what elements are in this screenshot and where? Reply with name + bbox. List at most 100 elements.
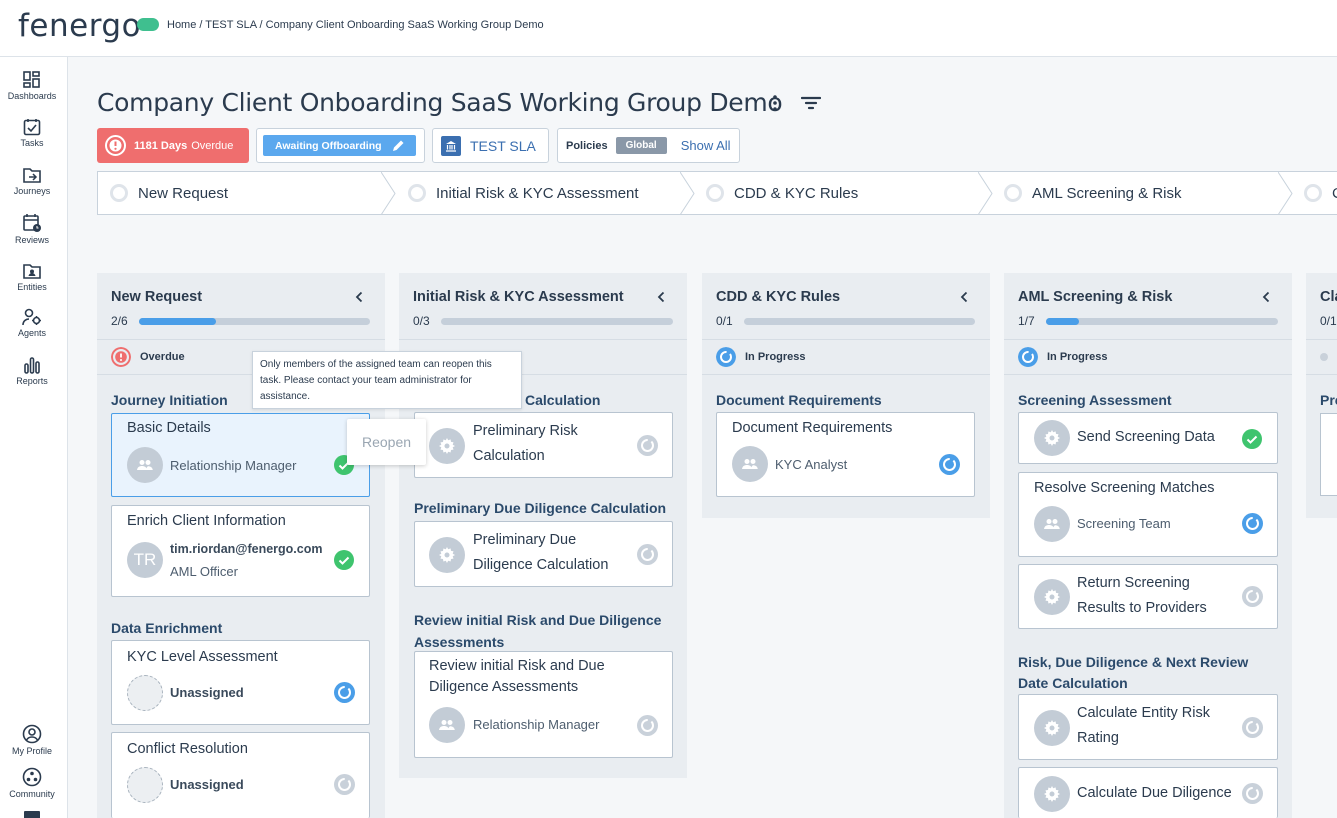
sidebar-item-more[interactable] (0, 809, 64, 818)
stage-initial-risk[interactable]: Initial Risk & KYC Assessment (408, 172, 639, 214)
task-title: Conflict Resolution (127, 741, 248, 757)
stage-divider (381, 172, 396, 215)
column-count: 2/6 (111, 314, 128, 328)
in-progress-icon (1018, 347, 1038, 367)
assignee-role: AML Officer (170, 564, 238, 579)
overdue-badge: 1181 Days Overdue (97, 128, 249, 163)
task-title: Calculate Due Diligence (1077, 785, 1232, 801)
unassigned-avatar (127, 675, 163, 711)
entities-icon (23, 264, 41, 279)
bank-icon (441, 135, 461, 156)
overdue-days: 1181 Days (134, 139, 188, 152)
group-title: Screening Assessment (1018, 392, 1172, 408)
stage-status-icon (110, 184, 128, 202)
stage-divider (1278, 172, 1293, 215)
task-card-basic-details[interactable]: Basic Details Relationship Manager (111, 413, 370, 497)
sidebar-item-label: Journeys (13, 186, 51, 196)
breadcrumb[interactable]: Home / TEST SLA / Company Client Onboard… (167, 19, 544, 31)
column-header: AML Screening & Risk 1/7 (1004, 273, 1292, 340)
task-card-kyc-level[interactable]: KYC Level Assessment Unassigned (111, 640, 370, 725)
in-progress-icon (334, 682, 355, 703)
task-card-preliminary-due-diligence[interactable]: Preliminary Due Diligence Calculation (414, 521, 673, 587)
team-icon (137, 460, 153, 470)
stage-next[interactable]: C (1304, 172, 1337, 214)
collapse-icon[interactable] (657, 291, 665, 303)
top-bar: fenergo Home / TEST SLA / Company Client… (0, 0, 1337, 57)
pending-icon (637, 715, 658, 736)
collapse-icon[interactable] (355, 291, 363, 303)
task-card-resolve-screening[interactable]: Resolve Screening Matches Screening Team (1018, 472, 1278, 557)
group-title: Journey Initiation (111, 392, 228, 408)
stage-aml-screening[interactable]: AML Screening & Risk (1004, 172, 1182, 214)
task-card-conflict-resolution[interactable]: Conflict Resolution Unassigned (111, 732, 370, 818)
stage-status-icon (408, 184, 426, 202)
journeys-icon (23, 168, 41, 183)
show-all-link[interactable]: Show All (681, 138, 731, 153)
task-card-send-screening-data[interactable]: Send Screening Data (1018, 412, 1278, 464)
task-card-entity-risk[interactable]: Calculate Entity Risk Rating (1018, 694, 1278, 760)
task-card-calculate-due-diligence[interactable]: Calculate Due Diligence (1018, 767, 1278, 818)
task-card-preliminary-risk[interactable]: Preliminary Risk Calculation (414, 412, 673, 478)
group-title: Review initial Risk and Due Diligence As… (414, 612, 662, 650)
alert-icon (105, 135, 126, 156)
sidebar-item-entities[interactable]: Entities (0, 262, 64, 292)
gear-icon (1044, 786, 1060, 802)
task-title: Enrich Client Information (127, 513, 286, 529)
column-progress (744, 318, 975, 325)
task-card-partial[interactable] (1320, 413, 1337, 496)
journey-status[interactable]: Awaiting Offboarding (256, 128, 425, 163)
status-label: Awaiting Offboarding (275, 139, 382, 152)
reports-icon (24, 357, 40, 374)
sidebar-item-dashboards[interactable]: Dashboards (0, 71, 64, 101)
task-card-return-screening[interactable]: Return Screening Results to Providers (1018, 564, 1278, 629)
community-icon (22, 767, 42, 787)
column-status-label: Overdue (140, 351, 185, 363)
sidebar-item-tasks[interactable]: Tasks (0, 118, 64, 148)
tasks-icon (23, 119, 41, 136)
status-badge[interactable]: Awaiting Offboarding (263, 135, 416, 156)
sidebar-item-journeys[interactable]: Journeys (0, 166, 64, 196)
column-count: 1/7 (1018, 314, 1035, 328)
gear-icon (439, 547, 455, 563)
task-title: Calculate Entity Risk Rating (1077, 705, 1210, 746)
profile-icon (22, 724, 42, 744)
column-title: New Request (111, 289, 203, 305)
reviews-icon (23, 214, 41, 232)
sidebar-item-reports[interactable]: Reports (0, 356, 64, 386)
pending-icon (334, 774, 355, 795)
column-status-label: In Progress (1047, 351, 1108, 363)
gear-icon (1044, 720, 1060, 736)
check-circle-icon (334, 550, 354, 570)
column-progress-fill (139, 318, 216, 325)
fenergo-logo[interactable]: fenergo (18, 8, 160, 44)
book-icon (24, 811, 40, 818)
gear-icon (1044, 589, 1060, 605)
more-options-icon[interactable] (772, 94, 778, 117)
task-card-document-requirements[interactable]: Document Requirements KYC Analyst (716, 412, 975, 497)
sidebar-item-reviews[interactable]: Reviews (0, 213, 64, 245)
stage-new-request[interactable]: New Request (110, 172, 228, 214)
filter-icon[interactable] (800, 96, 822, 115)
sidebar-item-my-profile[interactable]: My Profile (0, 724, 64, 756)
collapse-icon[interactable] (1262, 291, 1270, 303)
column-header: CDD & KYC Rules 0/1 (702, 273, 990, 340)
sidebar-item-agents[interactable]: Agents (0, 308, 64, 338)
reopen-button[interactable]: Reopen (347, 419, 426, 465)
policy-global-tag[interactable]: Global (615, 137, 667, 154)
group-title: Calculation (525, 392, 601, 408)
column-header: New Request 2/6 (97, 273, 385, 340)
sla-badge[interactable]: TEST SLA (432, 128, 549, 163)
task-card-enrich-client[interactable]: Enrich Client Information TR tim.riordan… (111, 505, 370, 597)
alert-icon (111, 347, 131, 367)
task-title: KYC Level Assessment (127, 649, 278, 665)
collapse-icon[interactable] (960, 291, 968, 303)
sidebar-item-label: Dashboards (7, 91, 57, 101)
sidebar-item-community[interactable]: Community (0, 767, 64, 799)
task-avatar (429, 537, 465, 573)
column-title: CDD & KYC Rules (716, 289, 841, 305)
agents-icon (22, 308, 41, 326)
page-title: Company Client Onboarding SaaS Working G… (97, 88, 783, 117)
task-card-review-initial-risk[interactable]: Review initial Risk and Due Diligence As… (414, 651, 673, 758)
team-avatar (732, 446, 768, 482)
stage-cdd-kyc[interactable]: CDD & KYC Rules (706, 172, 858, 214)
